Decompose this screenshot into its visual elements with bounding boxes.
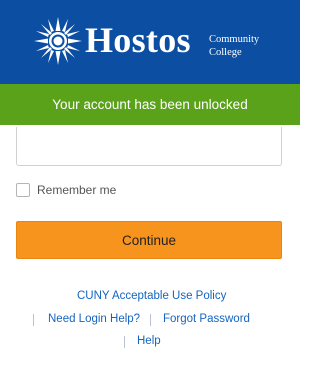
banner-message: Your account has been unlocked <box>52 97 248 112</box>
success-banner: Your account has been unlocked <box>0 84 300 125</box>
acceptable-use-link[interactable]: CUNY Acceptable Use Policy <box>77 290 226 302</box>
brand-name: Hostos <box>85 20 191 60</box>
continue-button[interactable]: Continue <box>16 221 282 259</box>
link-separator <box>150 314 151 326</box>
link-separator <box>33 314 34 326</box>
remember-me-label: Remember me <box>37 183 117 197</box>
help-link[interactable]: Help <box>137 335 161 347</box>
sun-icon <box>34 17 82 65</box>
remember-me[interactable]: Remember me <box>16 181 116 199</box>
forgot-password-link[interactable]: Forgot Password <box>163 313 250 325</box>
login-help-link[interactable]: Need Login Help? <box>48 313 140 325</box>
brand-subtitle: Community College <box>209 33 259 59</box>
username-input[interactable] <box>16 127 282 166</box>
brand-sub-line2: College <box>209 47 242 58</box>
link-separator <box>124 336 125 348</box>
header: Hostos Community College <box>0 0 300 84</box>
brand-sub-line1: Community <box>209 34 260 45</box>
remember-me-checkbox[interactable] <box>16 183 30 197</box>
